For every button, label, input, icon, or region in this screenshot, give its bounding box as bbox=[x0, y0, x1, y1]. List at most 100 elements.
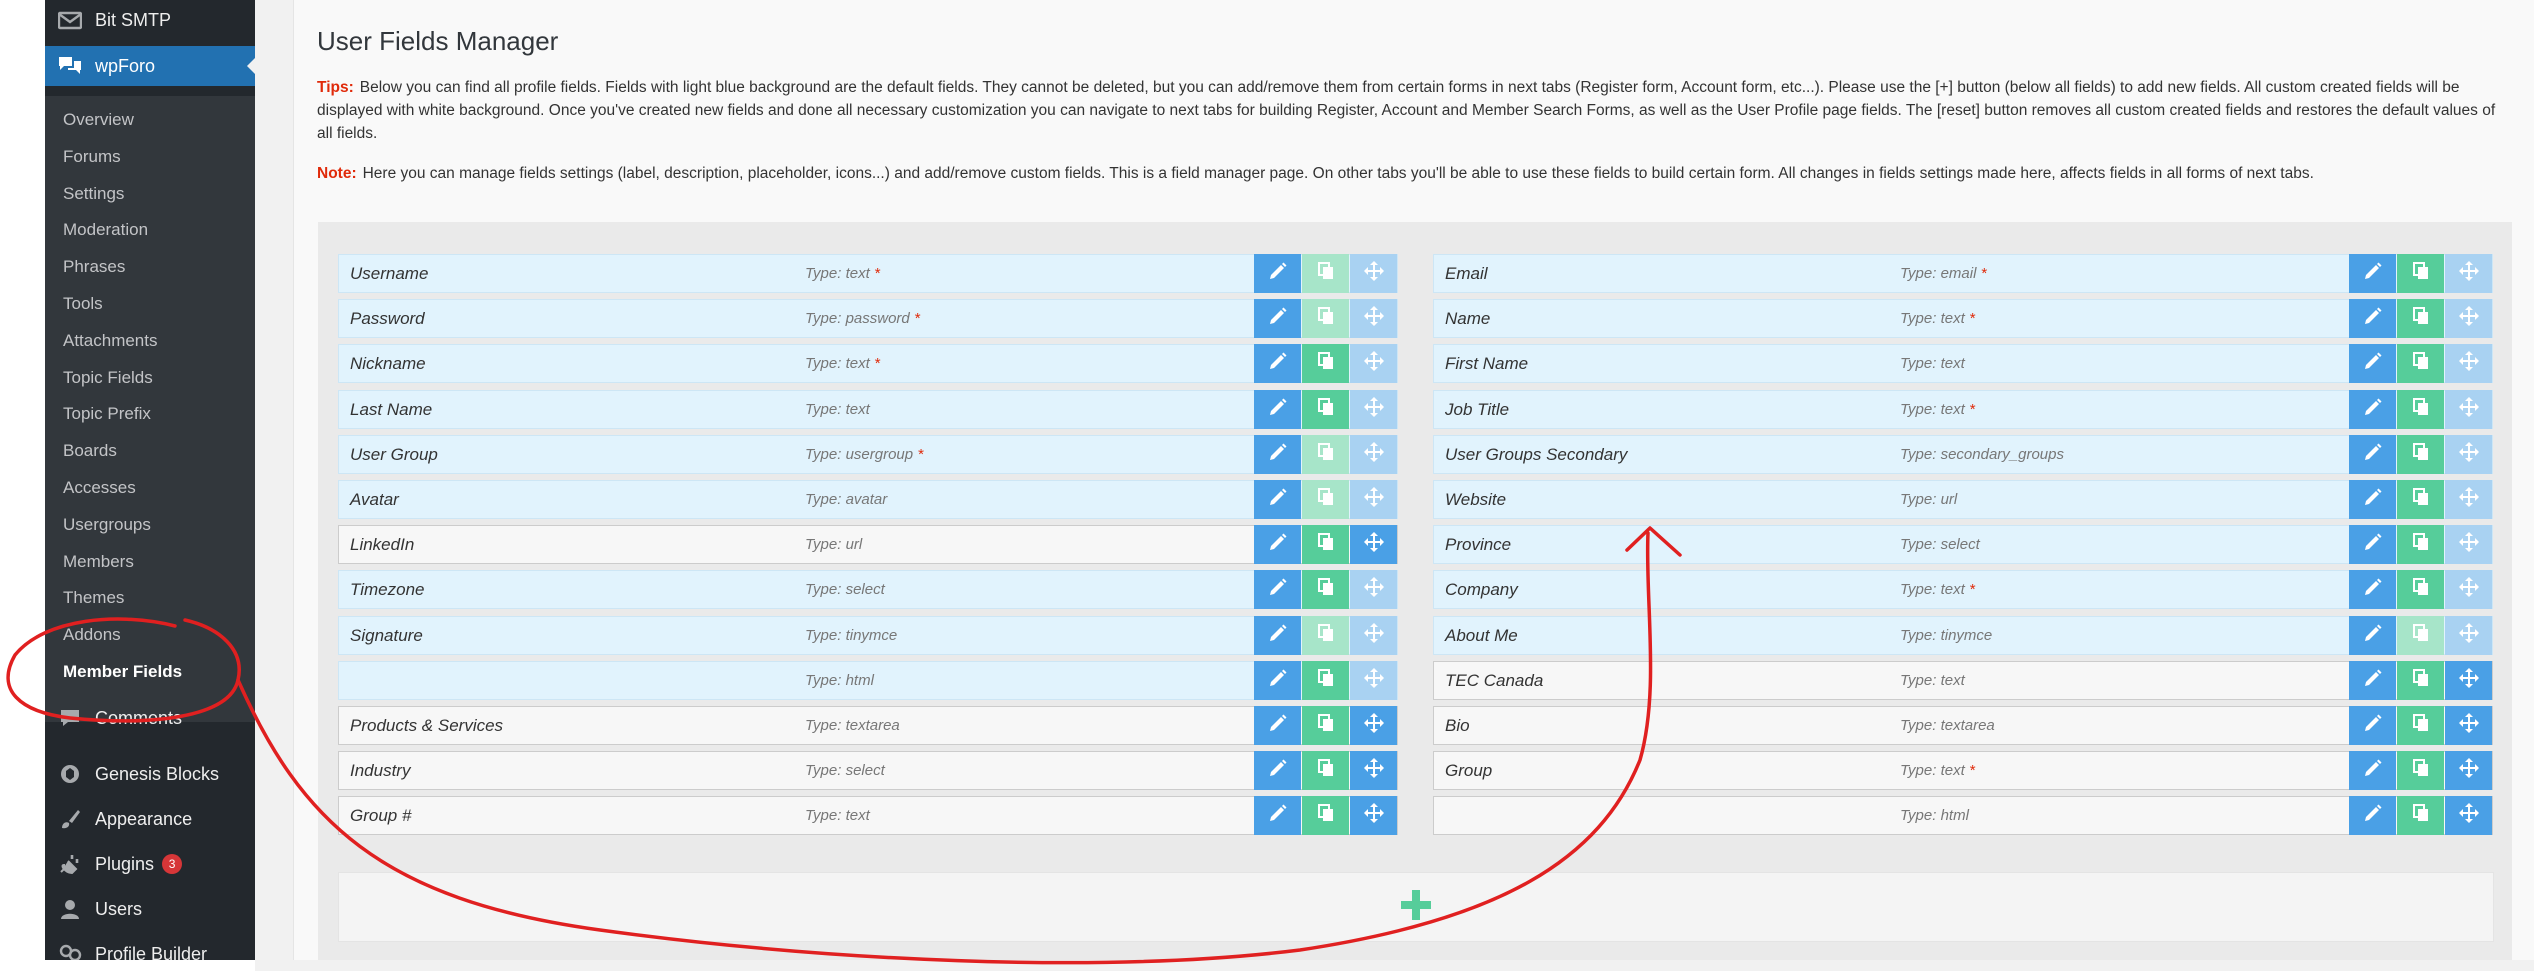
edit-field-button[interactable] bbox=[2349, 615, 2396, 655]
submenu-overview[interactable]: Overview bbox=[45, 102, 255, 139]
field-row[interactable]: Name Type: text * bbox=[1433, 299, 2493, 339]
menu-appearance[interactable]: Appearance bbox=[45, 799, 255, 839]
move-field-handle[interactable] bbox=[1350, 254, 1397, 293]
submenu-members[interactable]: Members bbox=[45, 544, 255, 581]
duplicate-field-button[interactable] bbox=[2397, 389, 2444, 429]
submenu-phrases[interactable]: Phrases bbox=[45, 249, 255, 286]
duplicate-field-button[interactable] bbox=[1302, 705, 1349, 745]
submenu-forums[interactable]: Forums bbox=[45, 139, 255, 176]
move-field-handle[interactable] bbox=[1350, 660, 1397, 700]
menu-users[interactable]: Users bbox=[45, 889, 255, 929]
move-field-handle[interactable] bbox=[1350, 389, 1397, 429]
edit-field-button[interactable] bbox=[2349, 660, 2396, 700]
duplicate-field-button[interactable] bbox=[1302, 434, 1349, 474]
field-row[interactable]: Signature Type: tinymce bbox=[338, 615, 1398, 655]
move-field-handle[interactable] bbox=[2445, 751, 2492, 791]
menu-wpforo[interactable]: wpForo bbox=[45, 46, 255, 86]
edit-field-button[interactable] bbox=[2349, 751, 2396, 791]
submenu-usergroups[interactable]: Usergroups bbox=[45, 507, 255, 544]
field-row[interactable]: First Name Type: text bbox=[1433, 344, 2493, 384]
edit-field-button[interactable] bbox=[1254, 570, 1301, 610]
duplicate-field-button[interactable] bbox=[2397, 796, 2444, 836]
edit-field-button[interactable] bbox=[1254, 660, 1301, 700]
menu-profile-builder[interactable]: Profile Builder bbox=[45, 934, 255, 960]
move-field-handle[interactable] bbox=[1350, 479, 1397, 519]
duplicate-field-button[interactable] bbox=[1302, 389, 1349, 429]
field-row[interactable]: User Group Type: usergroup * bbox=[338, 434, 1398, 474]
submenu-member-fields[interactable]: Member Fields bbox=[45, 654, 255, 691]
move-field-handle[interactable] bbox=[1350, 751, 1397, 791]
duplicate-field-button[interactable] bbox=[2397, 479, 2444, 519]
duplicate-field-button[interactable] bbox=[1302, 525, 1349, 565]
edit-field-button[interactable] bbox=[1254, 796, 1301, 836]
submenu-topic-fields[interactable]: Topic Fields bbox=[45, 360, 255, 397]
duplicate-field-button[interactable] bbox=[2397, 660, 2444, 700]
move-field-handle[interactable] bbox=[2445, 389, 2492, 429]
edit-field-button[interactable] bbox=[2349, 570, 2396, 610]
field-row[interactable]: Products & Services Type: textarea bbox=[338, 705, 1398, 745]
menu-genesis-blocks[interactable]: Genesis Blocks bbox=[45, 754, 255, 794]
field-row[interactable]: Nickname Type: text * bbox=[338, 344, 1398, 384]
duplicate-field-button[interactable] bbox=[2397, 344, 2444, 384]
field-row[interactable]: Username Type: text * bbox=[338, 254, 1398, 293]
duplicate-field-button[interactable] bbox=[2397, 299, 2444, 339]
duplicate-field-button[interactable] bbox=[1302, 479, 1349, 519]
duplicate-field-button[interactable] bbox=[1302, 254, 1349, 293]
submenu-addons[interactable]: Addons bbox=[45, 617, 255, 654]
edit-field-button[interactable] bbox=[1254, 615, 1301, 655]
submenu-settings[interactable]: Settings bbox=[45, 176, 255, 213]
edit-field-button[interactable] bbox=[2349, 299, 2396, 339]
submenu-boards[interactable]: Boards bbox=[45, 433, 255, 470]
move-field-handle[interactable] bbox=[1350, 344, 1397, 384]
duplicate-field-button[interactable] bbox=[1302, 299, 1349, 339]
edit-field-button[interactable] bbox=[1254, 389, 1301, 429]
move-field-handle[interactable] bbox=[2445, 254, 2492, 293]
move-field-handle[interactable] bbox=[2445, 705, 2492, 745]
edit-field-button[interactable] bbox=[1254, 434, 1301, 474]
move-field-handle[interactable] bbox=[1350, 570, 1397, 610]
field-row[interactable]: Group # Type: text bbox=[338, 796, 1398, 836]
move-field-handle[interactable] bbox=[2445, 796, 2492, 836]
move-field-handle[interactable] bbox=[1350, 525, 1397, 565]
edit-field-button[interactable] bbox=[1254, 299, 1301, 339]
submenu-attachments[interactable]: Attachments bbox=[45, 323, 255, 360]
field-row[interactable]: Industry Type: select bbox=[338, 751, 1398, 791]
move-field-handle[interactable] bbox=[1350, 705, 1397, 745]
add-field-area[interactable] bbox=[338, 872, 2494, 942]
duplicate-field-button[interactable] bbox=[2397, 570, 2444, 610]
move-field-handle[interactable] bbox=[1350, 615, 1397, 655]
submenu-themes[interactable]: Themes bbox=[45, 580, 255, 617]
field-row[interactable]: Last Name Type: text bbox=[338, 389, 1398, 429]
field-row[interactable]: User Groups Secondary Type: secondary_gro… bbox=[1433, 434, 2493, 474]
edit-field-button[interactable] bbox=[1254, 344, 1301, 384]
edit-field-button[interactable] bbox=[2349, 344, 2396, 384]
edit-field-button[interactable] bbox=[2349, 796, 2396, 836]
menu-bit-smtp[interactable]: Bit SMTP bbox=[45, 0, 255, 40]
edit-field-button[interactable] bbox=[1254, 254, 1301, 293]
edit-field-button[interactable] bbox=[2349, 389, 2396, 429]
edit-field-button[interactable] bbox=[1254, 479, 1301, 519]
edit-field-button[interactable] bbox=[2349, 705, 2396, 745]
duplicate-field-button[interactable] bbox=[1302, 615, 1349, 655]
menu-comments[interactable]: Comments bbox=[45, 698, 255, 738]
field-row[interactable]: Avatar Type: avatar bbox=[338, 479, 1398, 519]
move-field-handle[interactable] bbox=[2445, 344, 2492, 384]
field-row[interactable]: Password Type: password * bbox=[338, 299, 1398, 339]
duplicate-field-button[interactable] bbox=[1302, 751, 1349, 791]
move-field-handle[interactable] bbox=[2445, 660, 2492, 700]
field-row[interactable]: Province Type: select bbox=[1433, 525, 2493, 565]
submenu-tools[interactable]: Tools bbox=[45, 286, 255, 323]
move-field-handle[interactable] bbox=[1350, 299, 1397, 339]
duplicate-field-button[interactable] bbox=[1302, 344, 1349, 384]
move-field-handle[interactable] bbox=[2445, 570, 2492, 610]
field-row[interactable]: Email Type: email * bbox=[1433, 254, 2493, 293]
duplicate-field-button[interactable] bbox=[2397, 254, 2444, 293]
duplicate-field-button[interactable] bbox=[2397, 525, 2444, 565]
duplicate-field-button[interactable] bbox=[1302, 660, 1349, 700]
field-row[interactable]: About Me Type: tinymce bbox=[1433, 615, 2493, 655]
edit-field-button[interactable] bbox=[1254, 525, 1301, 565]
field-row[interactable]: TEC Canada Type: text bbox=[1433, 660, 2493, 700]
submenu-moderation[interactable]: Moderation bbox=[45, 212, 255, 249]
field-row[interactable]: Group Type: text * bbox=[1433, 751, 2493, 791]
edit-field-button[interactable] bbox=[1254, 751, 1301, 791]
